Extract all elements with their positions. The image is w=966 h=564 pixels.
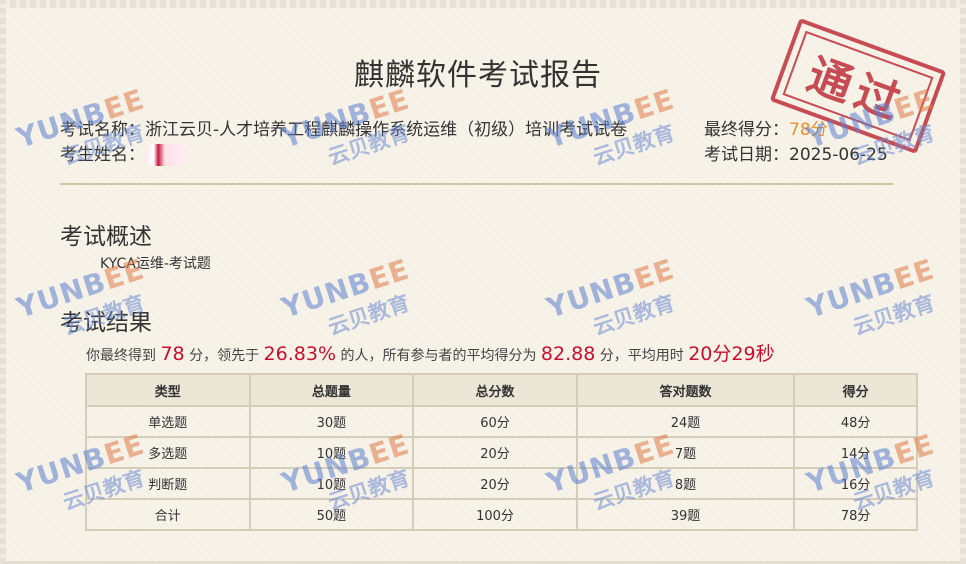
table-cell: 16分 [793, 467, 918, 500]
table-cell: 合计 [85, 498, 251, 531]
final-score-label: 最终得分： [704, 120, 789, 140]
table-cell: 50题 [248, 498, 415, 531]
table-cell: 8题 [575, 467, 796, 500]
candidate-row: 考生姓名： [60, 140, 189, 166]
exam-date-label: 考试日期： [704, 145, 789, 165]
table-row: 单选题 30题 60分 24题 48分 [85, 405, 918, 438]
final-score-row: 最终得分：78分 [704, 115, 828, 140]
table-cell: 多选题 [85, 436, 251, 469]
table-cell: 7题 [575, 436, 796, 469]
summary-percent: 26.83% [263, 343, 336, 365]
header-total-points: 总分数 [412, 373, 578, 407]
table-cell: 30题 [248, 405, 415, 438]
header-divider [60, 183, 893, 185]
header-score: 得分 [793, 373, 918, 407]
table-cell: 78分 [793, 498, 918, 531]
results-table: 类型 总题量 总分数 答对题数 得分 单选题 30题 60分 24题 48分 多… [85, 373, 918, 531]
frame-border-right [960, 0, 966, 564]
table-row: 多选题 10题 20分 7题 14分 [85, 436, 918, 469]
summary-score: 78 [160, 343, 185, 365]
table-cell: 10题 [248, 467, 415, 500]
candidate-name-redacted [145, 144, 189, 166]
exam-date-value: 2025-06-25 [789, 145, 888, 165]
table-cell: 60分 [412, 405, 578, 438]
final-score-value: 78分 [789, 120, 828, 140]
exam-name-value: 浙江云贝-人才培养工程麒麟操作系统运维（初级）培训考试试卷 [145, 120, 628, 140]
table-cell: 20分 [412, 467, 578, 500]
summary-text-2: 分，领先于 [189, 348, 260, 364]
exam-name-label: 考试名称： [60, 120, 145, 140]
table-cell: 24题 [575, 405, 796, 438]
header-correct-count: 答对题数 [575, 373, 796, 407]
table-cell: 判断题 [85, 467, 251, 500]
exam-name-row: 考试名称：浙江云贝-人才培养工程麒麟操作系统运维（初级）培训考试试卷 [60, 115, 627, 140]
table-cell: 20分 [412, 436, 578, 469]
overview-text: KYCA运维-考试题 [100, 256, 211, 272]
header-total-questions: 总题量 [248, 373, 415, 407]
results-summary: 你最终得到 78 分，领先于 26.83% 的人，所有参与者的平均得分为 82.… [86, 339, 775, 366]
results-heading: 考试结果 [60, 310, 152, 336]
summary-average: 82.88 [540, 343, 596, 365]
summary-text-1: 你最终得到 [86, 348, 156, 364]
exam-date-row: 考试日期：2025-06-25 [704, 140, 888, 165]
overview-heading: 考试概述 [60, 224, 152, 250]
table-cell: 100分 [412, 498, 578, 531]
frame-border-top [0, 0, 966, 8]
table-row: 判断题 10题 20分 8题 16分 [85, 467, 918, 500]
table-cell: 单选题 [85, 405, 251, 438]
table-cell: 48分 [793, 405, 918, 438]
table-row-total: 合计 50题 100分 39题 78分 [85, 498, 918, 531]
summary-text-4: 分，平均用时 [599, 348, 684, 364]
candidate-label: 考生姓名： [60, 145, 145, 165]
summary-time: 20分29秒 [688, 343, 775, 365]
table-cell: 14分 [793, 436, 918, 469]
table-header-row: 类型 总题量 总分数 答对题数 得分 [85, 373, 918, 407]
header-type: 类型 [85, 373, 251, 407]
table-cell: 39题 [575, 498, 796, 531]
summary-text-3: 的人，所有参与者的平均得分为 [340, 348, 537, 364]
table-cell: 10题 [248, 436, 415, 469]
